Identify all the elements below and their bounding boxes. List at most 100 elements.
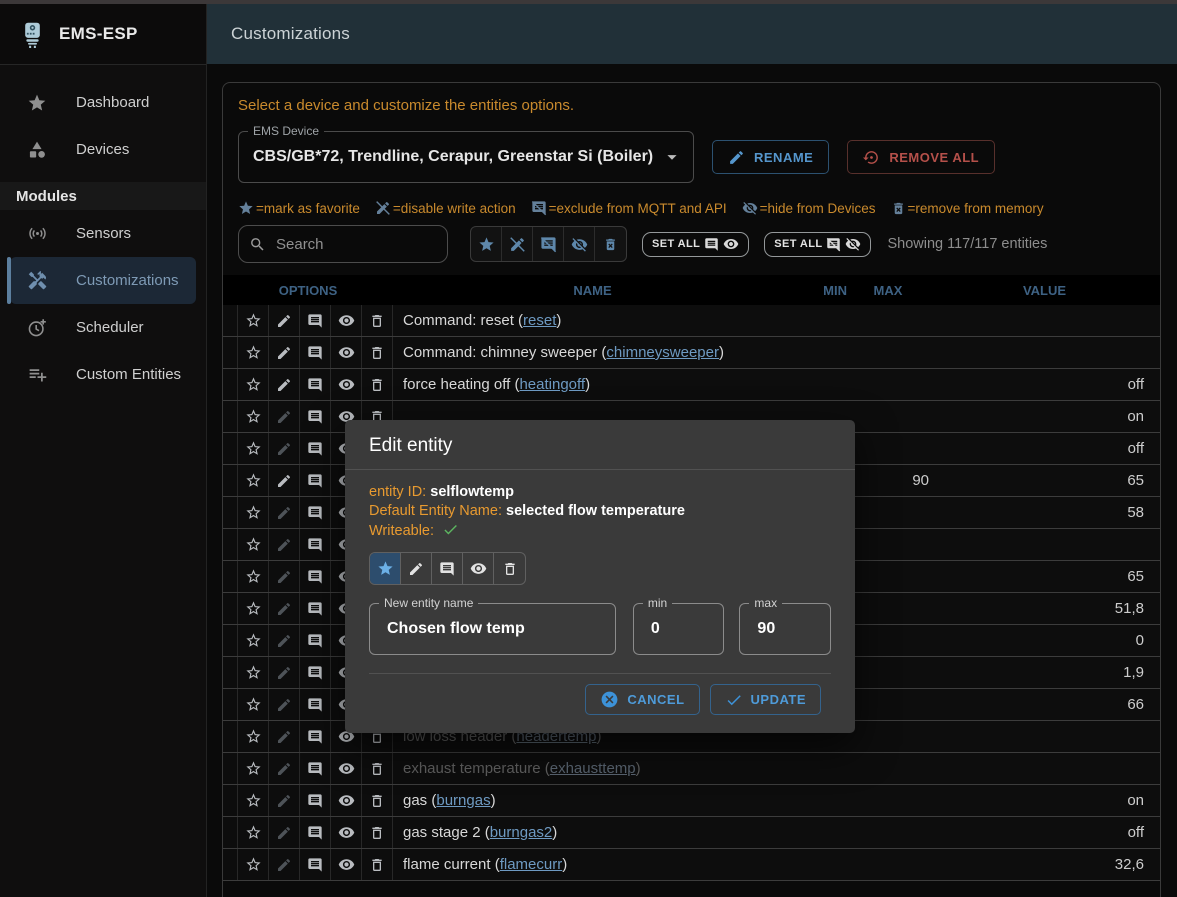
- star-outline-icon[interactable]: [238, 817, 269, 848]
- pencil-icon[interactable]: [269, 561, 300, 592]
- sidebar-item-devices[interactable]: Devices: [10, 126, 196, 173]
- comment-icon[interactable]: [300, 849, 331, 880]
- star-outline-icon[interactable]: [238, 433, 269, 464]
- eye-icon[interactable]: [331, 305, 362, 336]
- comment-icon[interactable]: [300, 593, 331, 624]
- star-outline-icon[interactable]: [238, 849, 269, 880]
- star-outline-icon[interactable]: [238, 721, 269, 752]
- eye-icon[interactable]: [331, 337, 362, 368]
- row-entity-link[interactable]: flamecurr: [500, 856, 563, 873]
- max-input[interactable]: [755, 619, 822, 639]
- trash-icon[interactable]: [362, 753, 393, 784]
- remove-toggle-button[interactable]: [494, 553, 525, 584]
- search-input[interactable]: [274, 235, 438, 254]
- table-row[interactable]: exhaust temperature (exhausttemp): [223, 753, 1160, 785]
- star-outline-icon[interactable]: [238, 561, 269, 592]
- comment-icon[interactable]: [300, 689, 331, 720]
- trash-icon[interactable]: [362, 785, 393, 816]
- write-toggle-button[interactable]: [401, 553, 432, 584]
- set-all-mqtt-visible-button[interactable]: SET ALL: [642, 232, 749, 257]
- pencil-icon[interactable]: [269, 849, 300, 880]
- sidebar-item-scheduler[interactable]: Scheduler: [10, 304, 196, 351]
- trash-icon[interactable]: [362, 817, 393, 848]
- comment-icon[interactable]: [300, 433, 331, 464]
- update-button[interactable]: UPDATE: [710, 684, 821, 715]
- row-entity-link[interactable]: reset: [523, 312, 556, 329]
- table-row[interactable]: flame current (flamecurr) 32,6: [223, 849, 1160, 881]
- trash-icon[interactable]: [362, 337, 393, 368]
- pencil-icon[interactable]: [269, 369, 300, 400]
- star-outline-icon[interactable]: [238, 337, 269, 368]
- min-input[interactable]: [649, 619, 716, 639]
- star-outline-icon[interactable]: [238, 689, 269, 720]
- star-outline-icon[interactable]: [238, 529, 269, 560]
- table-row[interactable]: Command: reset (reset): [223, 305, 1160, 337]
- pencil-icon[interactable]: [269, 401, 300, 432]
- comment-icon[interactable]: [300, 817, 331, 848]
- comment-icon[interactable]: [300, 785, 331, 816]
- hide-toggle-button[interactable]: [463, 553, 494, 584]
- comment-icon[interactable]: [300, 401, 331, 432]
- comment-icon[interactable]: [300, 369, 331, 400]
- eye-icon[interactable]: [331, 753, 362, 784]
- comment-icon[interactable]: [300, 657, 331, 688]
- cancel-button[interactable]: CANCEL: [585, 684, 699, 715]
- pencil-icon[interactable]: [269, 817, 300, 848]
- pencil-icon[interactable]: [269, 689, 300, 720]
- comment-icon[interactable]: [300, 465, 331, 496]
- comment-icon[interactable]: [300, 625, 331, 656]
- trash-icon[interactable]: [362, 305, 393, 336]
- pencil-icon[interactable]: [269, 529, 300, 560]
- sidebar-item-sensors[interactable]: Sensors: [10, 210, 196, 257]
- star-outline-icon[interactable]: [238, 465, 269, 496]
- star-outline-icon[interactable]: [238, 753, 269, 784]
- remove-all-button[interactable]: REMOVE ALL: [847, 140, 995, 174]
- pencil-icon[interactable]: [269, 753, 300, 784]
- pencil-icon[interactable]: [269, 337, 300, 368]
- star-outline-icon[interactable]: [238, 497, 269, 528]
- row-entity-link[interactable]: exhausttemp: [550, 760, 636, 777]
- sidebar-item-custom-entities[interactable]: Custom Entities: [10, 351, 196, 398]
- star-outline-icon[interactable]: [238, 657, 269, 688]
- pencil-icon[interactable]: [269, 497, 300, 528]
- star-outline-icon[interactable]: [238, 625, 269, 656]
- row-entity-link[interactable]: burngas: [436, 792, 490, 809]
- eye-icon[interactable]: [331, 817, 362, 848]
- min-field[interactable]: min: [633, 603, 725, 655]
- disable-write-filter-button[interactable]: [502, 227, 533, 261]
- table-row[interactable]: Command: chimney sweeper (chimneysweeper…: [223, 337, 1160, 369]
- pencil-icon[interactable]: [269, 657, 300, 688]
- eye-icon[interactable]: [331, 849, 362, 880]
- star-outline-icon[interactable]: [238, 369, 269, 400]
- comment-icon[interactable]: [300, 305, 331, 336]
- pencil-icon[interactable]: [269, 433, 300, 464]
- comment-icon[interactable]: [300, 529, 331, 560]
- sidebar-item-customizations[interactable]: Customizations: [10, 257, 196, 304]
- remove-filter-button[interactable]: [595, 227, 626, 261]
- comment-icon[interactable]: [300, 561, 331, 592]
- set-all-mqtt-hidden-button[interactable]: SET ALL: [764, 232, 871, 257]
- table-row[interactable]: gas stage 2 (burngas2) off: [223, 817, 1160, 849]
- new-entity-name-field[interactable]: New entity name: [369, 603, 616, 655]
- table-row[interactable]: gas (burngas) on: [223, 785, 1160, 817]
- eye-icon[interactable]: [331, 785, 362, 816]
- rename-button[interactable]: RENAME: [712, 140, 829, 174]
- trash-icon[interactable]: [362, 849, 393, 880]
- star-outline-icon[interactable]: [238, 305, 269, 336]
- comment-icon[interactable]: [300, 497, 331, 528]
- comment-icon[interactable]: [300, 337, 331, 368]
- table-row[interactable]: force heating off (heatingoff) off: [223, 369, 1160, 401]
- sidebar-item-dashboard[interactable]: Dashboard: [10, 79, 196, 126]
- row-entity-link[interactable]: heatingoff: [519, 376, 585, 393]
- comment-icon[interactable]: [300, 753, 331, 784]
- star-outline-icon[interactable]: [238, 593, 269, 624]
- row-entity-link[interactable]: chimneysweeper: [606, 344, 719, 361]
- trash-icon[interactable]: [362, 369, 393, 400]
- comment-icon[interactable]: [300, 721, 331, 752]
- hide-filter-button[interactable]: [564, 227, 595, 261]
- star-outline-icon[interactable]: [238, 785, 269, 816]
- pencil-icon[interactable]: [269, 305, 300, 336]
- pencil-icon[interactable]: [269, 721, 300, 752]
- pencil-icon[interactable]: [269, 465, 300, 496]
- star-outline-icon[interactable]: [238, 401, 269, 432]
